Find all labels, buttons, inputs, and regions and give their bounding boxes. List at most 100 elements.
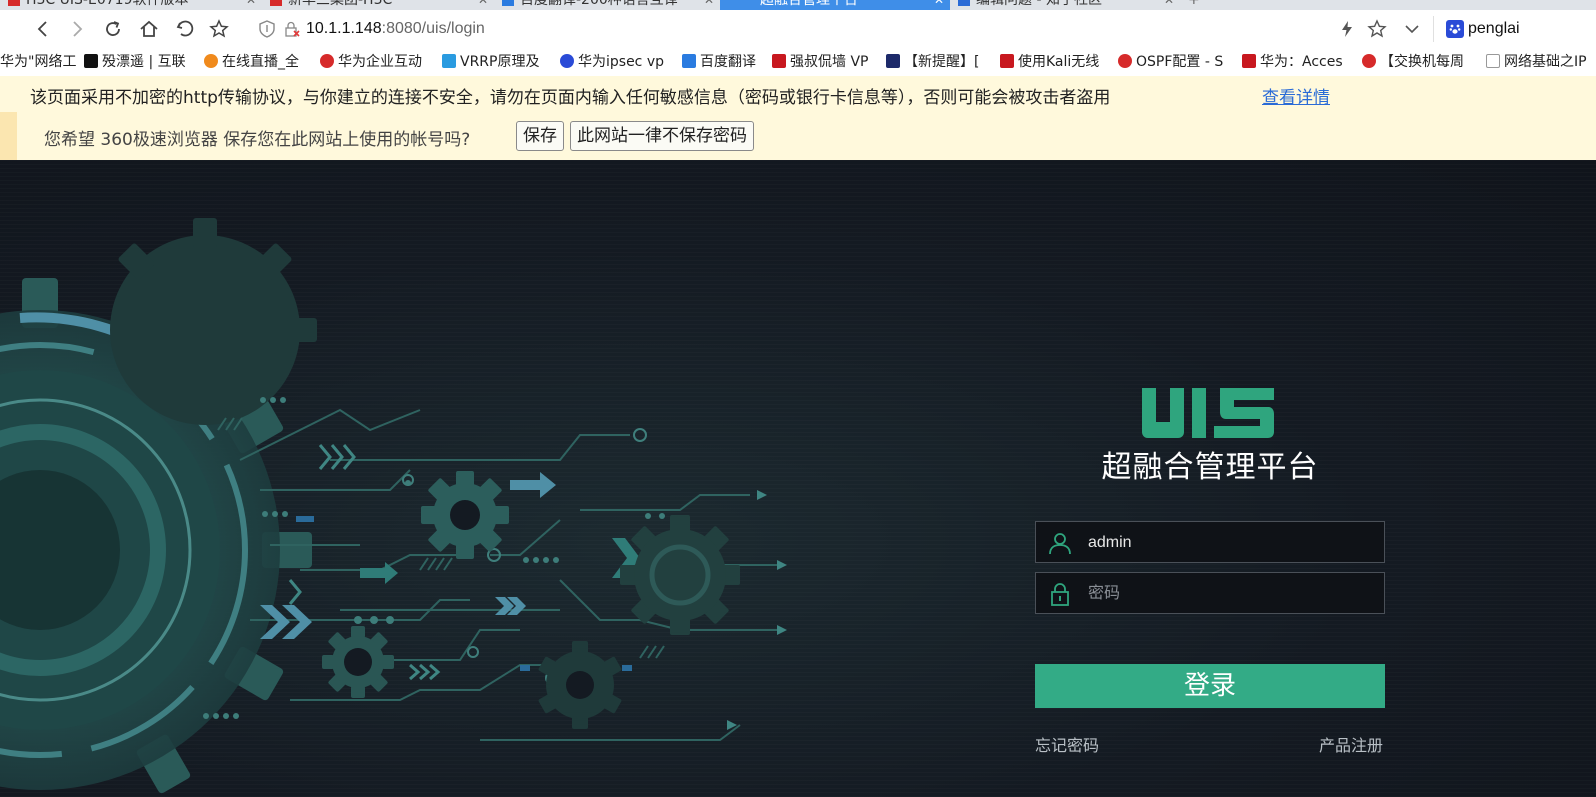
username-input[interactable] <box>1086 522 1380 564</box>
forgot-password-link[interactable]: 忘记密码 <box>1035 732 1099 756</box>
insecure-warning-text: 该页面采用不加密的http传输协议，与你建立的连接不安全，请勿在页面内输入任何敏… <box>30 88 1111 108</box>
bookmark-item[interactable]: 在线直播_全 <box>204 53 316 71</box>
bookmark-label: 百度翻译 <box>700 54 756 70</box>
bookmark-favicon-icon <box>1118 54 1132 68</box>
bookmark-item[interactable]: 华为ipsec vp <box>560 53 672 71</box>
undo-close-button[interactable] <box>170 14 200 44</box>
bookmark-label: 华为：Acces <box>1260 54 1343 70</box>
password-input[interactable] <box>1086 573 1380 615</box>
bookmark-item[interactable]: 华为"网络工 <box>0 53 80 71</box>
platform-title: 超融合管理平台 <box>1101 450 1319 485</box>
bookmark-favicon-icon <box>1362 54 1376 68</box>
address-bar[interactable]: 10.1.1.148:8080/uis/login <box>258 14 1408 44</box>
bookmark-label: VRRP原理及 <box>460 54 540 70</box>
bookmark-label: 华为ipsec vp <box>578 54 665 70</box>
favicon-icon <box>728 0 740 6</box>
new-tab-button[interactable]: + <box>1188 0 1208 10</box>
navigation-bar: 10.1.1.148:8080/uis/login penglai <box>0 10 1596 49</box>
tab[interactable]: 编辑问题 - 知乎社区 ✕ <box>950 0 1180 10</box>
bookmark-item[interactable]: OSPF配置 - S <box>1118 53 1234 71</box>
bookmark-label: 使用Kali无线 <box>1018 54 1100 70</box>
bookmark-item[interactable]: 使用Kali无线 <box>1000 53 1110 71</box>
url-host: 10.1.1.148 <box>306 20 382 37</box>
bookmark-favicon-icon <box>84 54 98 68</box>
forward-button[interactable] <box>62 14 92 44</box>
favicon-icon <box>8 0 20 6</box>
favicon-icon <box>958 0 970 6</box>
save-password-bar: 您希望 360极速浏览器 保存您在此网站上使用的帐号吗? 保存 此网站一律不保存… <box>0 112 1596 161</box>
shield-icon[interactable] <box>258 20 276 38</box>
reload-icon <box>106 21 120 36</box>
bookmark-favicon-icon <box>1000 54 1014 68</box>
toolbar-right: penglai <box>1337 10 1596 48</box>
bookmark-item[interactable]: 华为：Acces <box>1242 53 1354 71</box>
close-icon[interactable]: ✕ <box>246 0 256 8</box>
bookmarks-bar: 华为"网络工 殁漂遥 | 互联 在线直播_全 华为企业互动 VRRP原理及 华为… <box>0 48 1596 77</box>
lightning-icon[interactable] <box>1337 19 1357 39</box>
bookmark-favicon-icon <box>1486 54 1500 68</box>
bookmark-item[interactable]: VRRP原理及 <box>442 53 552 71</box>
tab-label: 新华三集团-H3C <box>288 0 393 8</box>
bookmark-label: OSPF配置 - S <box>1136 54 1224 70</box>
bookmark-item[interactable]: 网络基础之IP <box>1486 53 1596 71</box>
favicon-icon <box>502 0 514 6</box>
bookmark-label: 强叔侃墙 VP <box>790 54 869 70</box>
save-password-prompt: 您希望 360极速浏览器 保存您在此网站上使用的帐号吗? <box>44 130 471 150</box>
bookmark-star-button[interactable] <box>204 14 234 44</box>
close-icon[interactable]: ✕ <box>1164 0 1174 8</box>
baidu-paw-icon <box>1446 20 1464 38</box>
uis-logo <box>1142 388 1274 438</box>
home-button[interactable] <box>134 14 164 44</box>
bookmark-item[interactable]: 华为企业互动 <box>320 53 432 71</box>
reload-button[interactable] <box>98 14 128 44</box>
tab-active[interactable]: 超融合管理平台 ✕ <box>720 0 950 10</box>
lock-icon <box>1051 583 1069 606</box>
login-page: 超融合管理平台 登录 忘记密码 产品注册 <box>0 160 1596 797</box>
bookmark-label: 华为"网络工 <box>0 54 77 70</box>
bookmark-label: 在线直播_全 <box>222 54 299 70</box>
bookmark-item[interactable]: 殁漂遥 | 互联 <box>84 53 198 71</box>
url-path: :8080/uis/login <box>381 20 485 37</box>
chevron-down-icon[interactable] <box>1403 20 1421 38</box>
bookmark-favicon-icon <box>442 54 456 68</box>
insecure-warning-bar: 该页面采用不加密的http传输协议，与你建立的连接不安全，请勿在页面内输入任何敏… <box>0 76 1596 113</box>
user-icon <box>1049 533 1071 555</box>
insecure-lock-icon[interactable] <box>284 21 300 37</box>
product-register-link[interactable]: 产品注册 <box>1319 732 1383 756</box>
save-password-button[interactable]: 保存 <box>516 121 564 151</box>
tab-label: 百度翻译-200种语言互译 <box>520 0 678 8</box>
bookmark-item[interactable]: 【新提醒】[ <box>886 53 990 71</box>
favicon-icon <box>270 0 282 6</box>
bookmark-favicon-icon <box>204 54 218 68</box>
bookmark-label: 网络基础之IP <box>1504 54 1587 70</box>
never-save-password-button[interactable]: 此网站一律不保存密码 <box>570 121 754 151</box>
profile-button[interactable]: penglai <box>1433 16 1596 42</box>
bookmark-item[interactable]: 百度翻译 <box>682 53 766 71</box>
tab[interactable]: 新华三集团-H3C ✕ <box>262 0 494 10</box>
bookmark-favicon-icon <box>772 54 786 68</box>
tab-strip: H3C UIS-E0719软件版本 ✕ 新华三集团-H3C ✕ 百度翻译-200种语… <box>0 0 1596 10</box>
bookmark-label: 【新提醒】[ <box>904 54 980 70</box>
tab-label: 超融合管理平台 <box>760 0 858 8</box>
back-button[interactable] <box>28 14 58 44</box>
forward-icon <box>73 21 83 37</box>
close-icon[interactable]: ✕ <box>934 0 944 8</box>
gear-circuit-illustration <box>0 218 787 794</box>
profile-name: penglai <box>1468 20 1520 37</box>
close-icon[interactable]: ✕ <box>478 0 488 8</box>
tab[interactable]: 百度翻译-200种语言互译 ✕ <box>494 0 720 10</box>
bookmark-favicon-icon <box>320 54 334 68</box>
tab-label: H3C UIS-E0719软件版本 <box>26 0 189 8</box>
tab[interactable]: H3C UIS-E0719软件版本 ✕ <box>0 0 262 10</box>
bookmark-label: 华为企业互动 <box>338 54 422 70</box>
password-field <box>1035 572 1385 615</box>
star-icon <box>209 19 229 38</box>
login-button[interactable]: 登录 <box>1035 664 1385 708</box>
close-icon[interactable]: ✕ <box>704 0 714 8</box>
bookmark-favicon-icon <box>886 54 900 68</box>
home-icon <box>140 20 158 37</box>
bookmark-item[interactable]: 强叔侃墙 VP <box>772 53 876 71</box>
view-details-link[interactable]: 查看详情 <box>1262 83 1330 108</box>
favorite-star-icon[interactable] <box>1367 19 1387 39</box>
bookmark-item[interactable]: 【交换机每周 <box>1362 53 1476 71</box>
